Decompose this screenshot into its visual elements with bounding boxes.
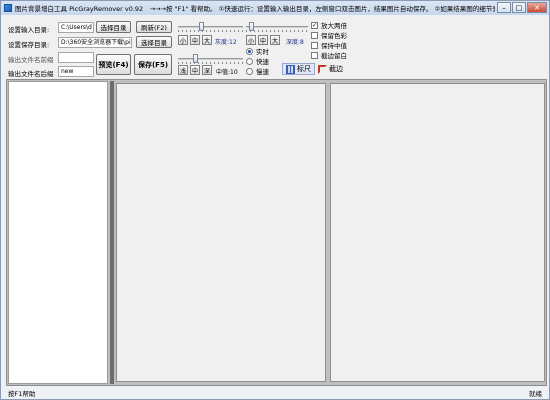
ruler-label: 标尺 xyxy=(297,65,311,73)
preview-button[interactable]: 预览(F4) xyxy=(96,54,131,75)
select-save-dir-button[interactable]: 选择目录 xyxy=(136,36,172,48)
median-value: 中值:10 xyxy=(216,69,238,76)
brightness-value: 灰度:12 xyxy=(215,39,237,46)
save-dir-field[interactable]: D:\360安全浏览器下载\pi xyxy=(58,37,132,48)
depth-value: 深度:8 xyxy=(286,39,304,46)
median-slider[interactable] xyxy=(178,54,243,64)
option-label: 截边留白 xyxy=(321,52,347,60)
mode-fast-radio[interactable]: 快速 xyxy=(246,56,269,66)
minimize-icon[interactable]: – xyxy=(497,2,511,13)
app-icon xyxy=(4,4,12,12)
option-keep-median-checkbox[interactable]: 保持中值 xyxy=(311,40,347,50)
brightness-mid-button[interactable]: 中 xyxy=(190,35,200,45)
status-help-text: 按F1帮助 xyxy=(8,390,36,398)
app-window: 图片背景增白工具 PicGrayRemover v0.92 →→→按 "F1" … xyxy=(0,0,550,400)
suffix-label: 输出文件名后缀 xyxy=(8,70,54,78)
slider-thumb[interactable] xyxy=(193,54,198,63)
select-input-dir-button[interactable]: 选择目录 xyxy=(96,21,131,33)
mode-slow-label: 慢速 xyxy=(256,68,269,76)
radio-dot xyxy=(246,47,253,55)
title-bar: 图片背景增白工具 PicGrayRemover v0.92 →→→按 "F1" … xyxy=(1,1,549,15)
prefix-field[interactable] xyxy=(58,52,94,63)
median-dark-button[interactable]: 深 xyxy=(202,65,212,75)
option-keep-color-checkbox[interactable]: 保留色彩 xyxy=(311,30,347,40)
option-label: 保留色彩 xyxy=(321,32,347,40)
save-button[interactable]: 保存(F5) xyxy=(134,54,172,75)
mode-slow-radio[interactable]: 慢速 xyxy=(246,66,269,76)
slider-thumb[interactable] xyxy=(199,22,204,31)
status-bar: 按F1帮助 就绪 xyxy=(2,387,548,399)
median-mid-button[interactable]: 中 xyxy=(190,65,200,75)
ruler-icon xyxy=(286,64,295,74)
prefix-label: 输出文件名前缀 xyxy=(8,56,54,64)
workspace xyxy=(6,79,547,386)
median-light-button[interactable]: 浅 xyxy=(178,65,188,75)
option-label: 放大两倍 xyxy=(321,22,347,30)
brightness-big-button[interactable]: 大 xyxy=(202,35,212,45)
slider-ticks xyxy=(178,62,243,64)
input-dir-label: 设置输入目录: xyxy=(8,26,50,34)
option-crop-margin-checkbox[interactable]: 截边留白 xyxy=(311,50,347,60)
result-image-panel[interactable] xyxy=(330,83,545,382)
radio-dot xyxy=(246,57,253,65)
checkbox-box xyxy=(311,31,318,39)
radio-dot xyxy=(246,67,253,75)
slider-track xyxy=(178,58,243,60)
crop-label: 截边 xyxy=(329,65,343,73)
option-label: 保持中值 xyxy=(321,42,347,50)
checkbox-box xyxy=(311,41,318,49)
file-list-pane[interactable] xyxy=(8,81,108,384)
depth-big-button[interactable]: 大 xyxy=(270,35,280,45)
pane-splitter[interactable] xyxy=(110,81,114,384)
mode-fast-label: 快速 xyxy=(256,58,269,66)
close-icon[interactable]: ✕ xyxy=(527,2,547,13)
save-dir-label: 设置保存目录: xyxy=(8,41,50,49)
status-ready-text: 就绪 xyxy=(529,390,542,398)
toolbar: 设置输入目录: C:\Users\d 选择目录 刷新(F2) 设置保存目录: D… xyxy=(3,16,549,79)
slider-ticks xyxy=(246,30,308,32)
option-enlarge-checkbox[interactable]: ✓ 放大两倍 xyxy=(311,20,347,30)
brightness-slider[interactable] xyxy=(178,22,243,32)
crop-button[interactable]: 截边 xyxy=(315,63,346,75)
suffix-field[interactable]: new xyxy=(58,66,94,77)
window-controls: – □ ✕ xyxy=(496,2,547,13)
depth-small-button[interactable]: 小 xyxy=(246,35,256,45)
depth-mid-button[interactable]: 中 xyxy=(258,35,268,45)
brightness-small-button[interactable]: 小 xyxy=(178,35,188,45)
original-image-panel[interactable] xyxy=(116,83,326,382)
maximize-icon[interactable]: □ xyxy=(512,2,526,13)
slider-track xyxy=(246,26,308,28)
crop-icon xyxy=(318,64,327,74)
window-title: 图片背景增白工具 PicGrayRemover v0.92 →→→按 "F1" … xyxy=(15,5,495,13)
checkbox-box xyxy=(311,51,318,59)
input-dir-field[interactable]: C:\Users\d xyxy=(58,22,94,33)
ruler-button[interactable]: 标尺 xyxy=(282,63,315,75)
refresh-button[interactable]: 刷新(F2) xyxy=(136,21,172,33)
checkbox-box: ✓ xyxy=(311,21,318,29)
slider-thumb[interactable] xyxy=(249,22,254,31)
depth-slider[interactable] xyxy=(246,22,308,32)
slider-ticks xyxy=(178,30,243,32)
mode-realtime-label: 实时 xyxy=(256,48,269,56)
mode-realtime-radio[interactable]: 实时 xyxy=(246,46,269,56)
slider-track xyxy=(178,26,243,28)
